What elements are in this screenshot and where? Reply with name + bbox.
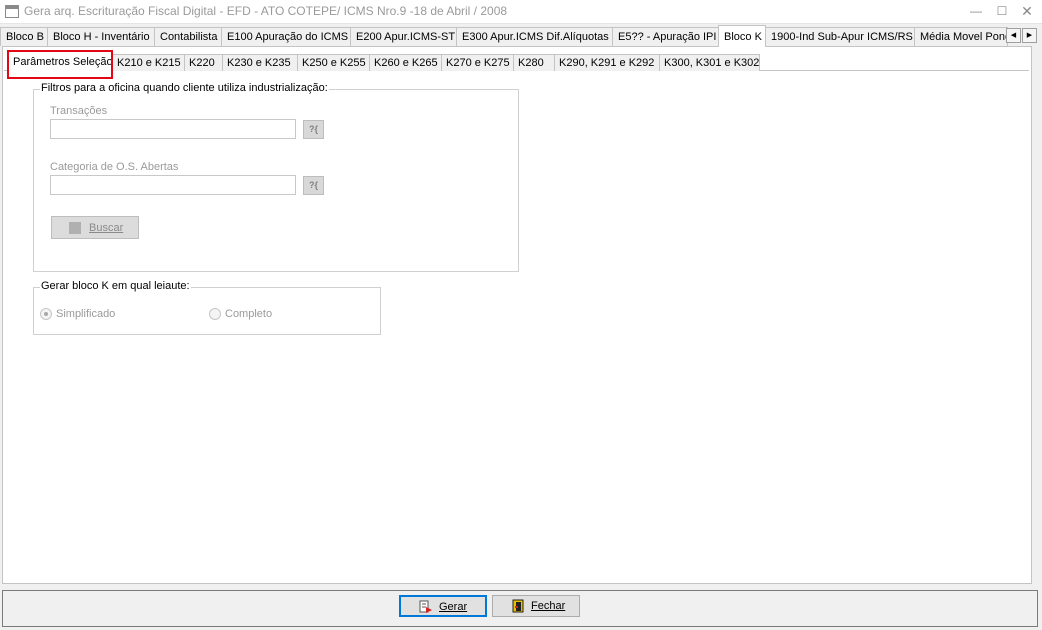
subtab-k270[interactable]: K270 e K275 <box>441 54 514 71</box>
transacoes-input[interactable] <box>50 119 296 139</box>
window-title: Gera arq. Escrituração Fiscal Digital - … <box>24 4 508 18</box>
title-bar: Gera arq. Escrituração Fiscal Digital - … <box>0 0 1042 24</box>
selection-highlight <box>7 50 113 79</box>
transacoes-label: Transações <box>50 105 108 117</box>
buscar-button[interactable]: Buscar <box>51 216 139 239</box>
subtab-k300[interactable]: K300, K301 e K302 <box>659 54 760 71</box>
tab-scroll-right-icon[interactable]: ▶ <box>1022 28 1037 43</box>
categoria-input[interactable] <box>50 175 296 195</box>
tab-1900[interactable]: 1900-Ind Sub-Apur ICMS/RS <box>765 27 915 46</box>
radio-completo[interactable] <box>209 308 221 320</box>
filters-title: Filtros para a oficina quando cliente ut… <box>40 82 329 94</box>
search-doc-icon <box>69 222 81 234</box>
tab-scroll-left-icon[interactable]: ◀ <box>1006 28 1021 43</box>
layout-title: Gerar bloco K em qual leiaute: <box>40 280 191 292</box>
simplificado-label: Simplificado <box>56 308 116 320</box>
radio-simplificado[interactable] <box>40 308 52 320</box>
tab-media-movel[interactable]: Média Movel Ponde <box>914 27 1008 46</box>
exit-door-icon <box>512 599 524 613</box>
footer-bar: Gerar Fechar <box>2 590 1038 627</box>
minimize-button[interactable]: — <box>963 0 989 23</box>
tab-contabilista[interactable]: Contabilista <box>154 27 222 46</box>
tab-e200[interactable]: E200 Apur.ICMS-ST <box>350 27 457 46</box>
gerar-button[interactable]: Gerar <box>399 595 487 617</box>
subtab-k230[interactable]: K230 e K235 <box>222 54 298 71</box>
tab-e100[interactable]: E100 Apuração do ICMS <box>221 27 351 46</box>
transacoes-lookup-icon[interactable]: ?{ <box>303 120 324 139</box>
app-icon <box>5 5 19 18</box>
close-window-button[interactable]: ✕ <box>1014 0 1040 23</box>
buscar-label: Buscar <box>89 222 124 234</box>
fechar-label: Fechar <box>531 600 566 612</box>
categoria-label: Categoria de O.S. Abertas <box>50 161 179 173</box>
main-tab-strip: Bloco B Bloco H - Inventário Contabilist… <box>0 25 1042 47</box>
categoria-lookup-icon[interactable]: ?{ <box>303 176 324 195</box>
subtab-k250[interactable]: K250 e K255 <box>297 54 370 71</box>
tab-e300[interactable]: E300 Apur.ICMS Dif.Alíquotas <box>456 27 613 46</box>
gerar-label: Gerar <box>439 601 468 613</box>
tab-scroll-arrows: ◀ ▶ <box>1006 28 1038 44</box>
tab-bloco-b[interactable]: Bloco B <box>0 27 48 46</box>
maximize-button[interactable]: ☐ <box>989 0 1015 23</box>
tab-e5[interactable]: E5?? - Apuração IPI <box>612 27 719 46</box>
subtab-k210[interactable]: K210 e K215 <box>112 54 185 71</box>
subtab-k280[interactable]: K280 <box>513 54 555 71</box>
subtab-k290[interactable]: K290, K291 e K292 <box>554 54 660 71</box>
generate-doc-icon <box>419 600 432 613</box>
fechar-button[interactable]: Fechar <box>492 595 580 617</box>
tab-bloco-k[interactable]: Bloco K <box>718 25 766 47</box>
subtab-k260[interactable]: K260 e K265 <box>369 54 442 71</box>
tab-bloco-h[interactable]: Bloco H - Inventário <box>47 27 155 46</box>
completo-label: Completo <box>225 308 273 320</box>
subtab-k220[interactable]: K220 <box>184 54 223 71</box>
